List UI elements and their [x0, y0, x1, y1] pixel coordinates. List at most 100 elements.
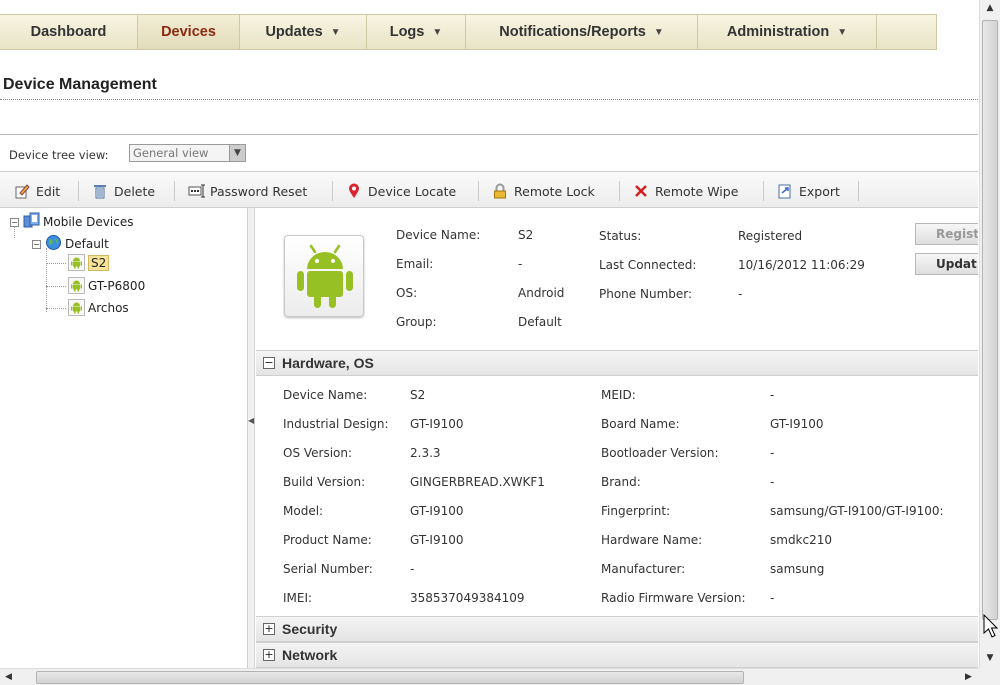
nav-logs[interactable]: Logs ▼ — [367, 15, 466, 49]
hw-label: Radio Firmware Version: — [601, 591, 746, 605]
device-tree: − Mobile Devices − Default S2 GT-P6800 A… — [0, 208, 248, 668]
nav-devices-label: Devices — [161, 24, 216, 40]
nav-dashboard[interactable]: Dashboard — [0, 15, 138, 49]
tree-node-default-group[interactable]: − Default — [32, 234, 109, 254]
vertical-scrollbar[interactable]: ▲ ▼ — [979, 0, 1000, 668]
hw-value: samsung — [770, 562, 825, 576]
collapse-arrow-icon[interactable]: ◀ — [248, 416, 254, 425]
collapse-icon[interactable]: − — [10, 217, 19, 227]
hw-value: - — [770, 591, 775, 605]
hw-label: Fingerprint: — [601, 504, 671, 518]
scroll-down-icon[interactable]: ▼ — [980, 650, 1000, 667]
hw-value: GT-I9100 — [410, 504, 464, 518]
collapse-icon[interactable]: − — [263, 357, 275, 369]
hw-value: - — [770, 446, 775, 460]
top-navigation: Dashboard Devices Updates ▼ Logs ▼ Notific… — [0, 14, 937, 50]
close-icon — [633, 183, 649, 199]
summary-last-connected-label: Last Connected: — [599, 258, 697, 272]
horizontal-scrollbar[interactable]: ◀ ▶ — [0, 668, 979, 685]
nav-notifications-label: Notifications/Reports — [499, 24, 646, 40]
hw-label: Device Name: — [283, 388, 368, 402]
nav-dashboard-label: Dashboard — [30, 24, 107, 40]
nav-administration[interactable]: Administration ▼ — [698, 15, 877, 49]
hw-value: samsung/GT-I9100/GT-I9100: — [770, 504, 944, 518]
export-label: Export — [799, 183, 840, 199]
chevron-down-icon: ▼ — [330, 26, 341, 38]
android-icon — [68, 299, 85, 316]
tree-view-row: Device tree view: General view ▼ — [0, 135, 978, 172]
summary-email: - — [518, 257, 523, 271]
nav-logs-label: Logs — [389, 24, 425, 40]
nav-updates[interactable]: Updates ▼ — [240, 15, 367, 49]
tree-node-device-s2[interactable]: S2 — [68, 254, 110, 271]
device-locate-button[interactable]: Device Locate — [346, 181, 456, 201]
hw-label: Product Name: — [283, 533, 372, 547]
hw-value: smdkc210 — [770, 533, 833, 547]
tree-node-device-archos[interactable]: Archos — [68, 299, 129, 316]
hw-label: Brand: — [601, 475, 641, 489]
toolbar-separator — [858, 181, 859, 201]
hw-label: Board Name: — [601, 417, 680, 431]
tree-view-select[interactable]: General view ▼ — [129, 144, 246, 162]
toolbar-separator — [763, 181, 764, 201]
mouse-cursor-icon — [983, 613, 1000, 640]
device-details: Device Name: S2 Email: - OS: Android Gro… — [256, 208, 978, 668]
update-button[interactable]: Updat — [915, 253, 978, 275]
section-hardware-os[interactable]: − Hardware, OS — [256, 350, 978, 376]
tree-splitter[interactable]: ◀ — [248, 208, 255, 668]
summary-device-name: S2 — [518, 228, 534, 242]
hw-label: IMEI: — [283, 591, 313, 605]
hw-value: 2.3.3 — [410, 446, 441, 460]
page-title: Device Management — [3, 76, 157, 93]
vertical-scroll-thumb[interactable] — [982, 20, 998, 620]
tree-node-mobile-devices[interactable]: − Mobile Devices — [10, 212, 133, 232]
export-icon — [777, 183, 793, 199]
section-security[interactable]: + Security — [256, 616, 978, 642]
expand-icon[interactable]: + — [263, 649, 275, 661]
hw-value: - — [770, 475, 775, 489]
nav-notifications-reports[interactable]: Notifications/Reports ▼ — [466, 15, 698, 49]
nav-administration-label: Administration — [726, 24, 830, 40]
register-button[interactable]: Regist — [915, 223, 978, 245]
nav-updates-label: Updates — [265, 24, 323, 40]
dropdown-arrow-icon: ▼ — [229, 145, 245, 161]
tree-node-device-gt-p6800[interactable]: GT-P6800 — [68, 277, 145, 294]
delete-button[interactable]: Delete — [92, 181, 155, 201]
device-summary: Device Name: S2 Email: - OS: Android Gro… — [256, 208, 978, 350]
nav-devices[interactable]: Devices — [138, 15, 240, 49]
tree-root-label: Mobile Devices — [43, 215, 134, 229]
toolbar-separator — [174, 181, 175, 201]
device-toolbar: Edit Delete Password Reset Device Locate… — [0, 172, 978, 208]
collapse-icon[interactable]: − — [32, 239, 41, 249]
edit-button[interactable]: Edit — [14, 181, 60, 201]
lock-icon — [492, 183, 508, 199]
remote-lock-button[interactable]: Remote Lock — [492, 181, 595, 201]
hw-label: Manufacturer: — [601, 562, 686, 576]
hw-label: Build Version: — [283, 475, 366, 489]
android-icon — [68, 277, 85, 294]
android-icon — [68, 254, 85, 271]
tree-device-label: GT-P6800 — [88, 278, 146, 293]
export-button[interactable]: Export — [777, 181, 840, 201]
summary-device-name-label: Device Name: — [396, 228, 481, 242]
remote-lock-label: Remote Lock — [514, 183, 595, 199]
summary-group: Default — [518, 315, 562, 329]
section-hardware-title: Hardware, OS — [282, 355, 374, 371]
scroll-up-icon[interactable]: ▲ — [980, 0, 1000, 17]
password-field-icon — [188, 183, 205, 199]
scroll-right-icon[interactable]: ▶ — [960, 669, 977, 685]
hw-value: - — [770, 388, 775, 402]
remote-wipe-button[interactable]: Remote Wipe — [633, 181, 738, 201]
password-reset-button[interactable]: Password Reset — [188, 181, 307, 201]
horizontal-scroll-thumb[interactable] — [36, 671, 744, 684]
expand-icon[interactable]: + — [263, 623, 275, 635]
tree-line — [46, 263, 66, 264]
hw-label: OS Version: — [283, 446, 353, 460]
hw-label: Serial Number: — [283, 562, 373, 576]
tree-device-label: S2 — [88, 254, 110, 271]
toolbar-separator — [478, 181, 479, 201]
section-network[interactable]: + Network — [256, 642, 978, 668]
device-locate-label: Device Locate — [368, 183, 457, 199]
hw-label: Hardware Name: — [601, 533, 703, 547]
scroll-left-icon[interactable]: ◀ — [0, 669, 17, 685]
